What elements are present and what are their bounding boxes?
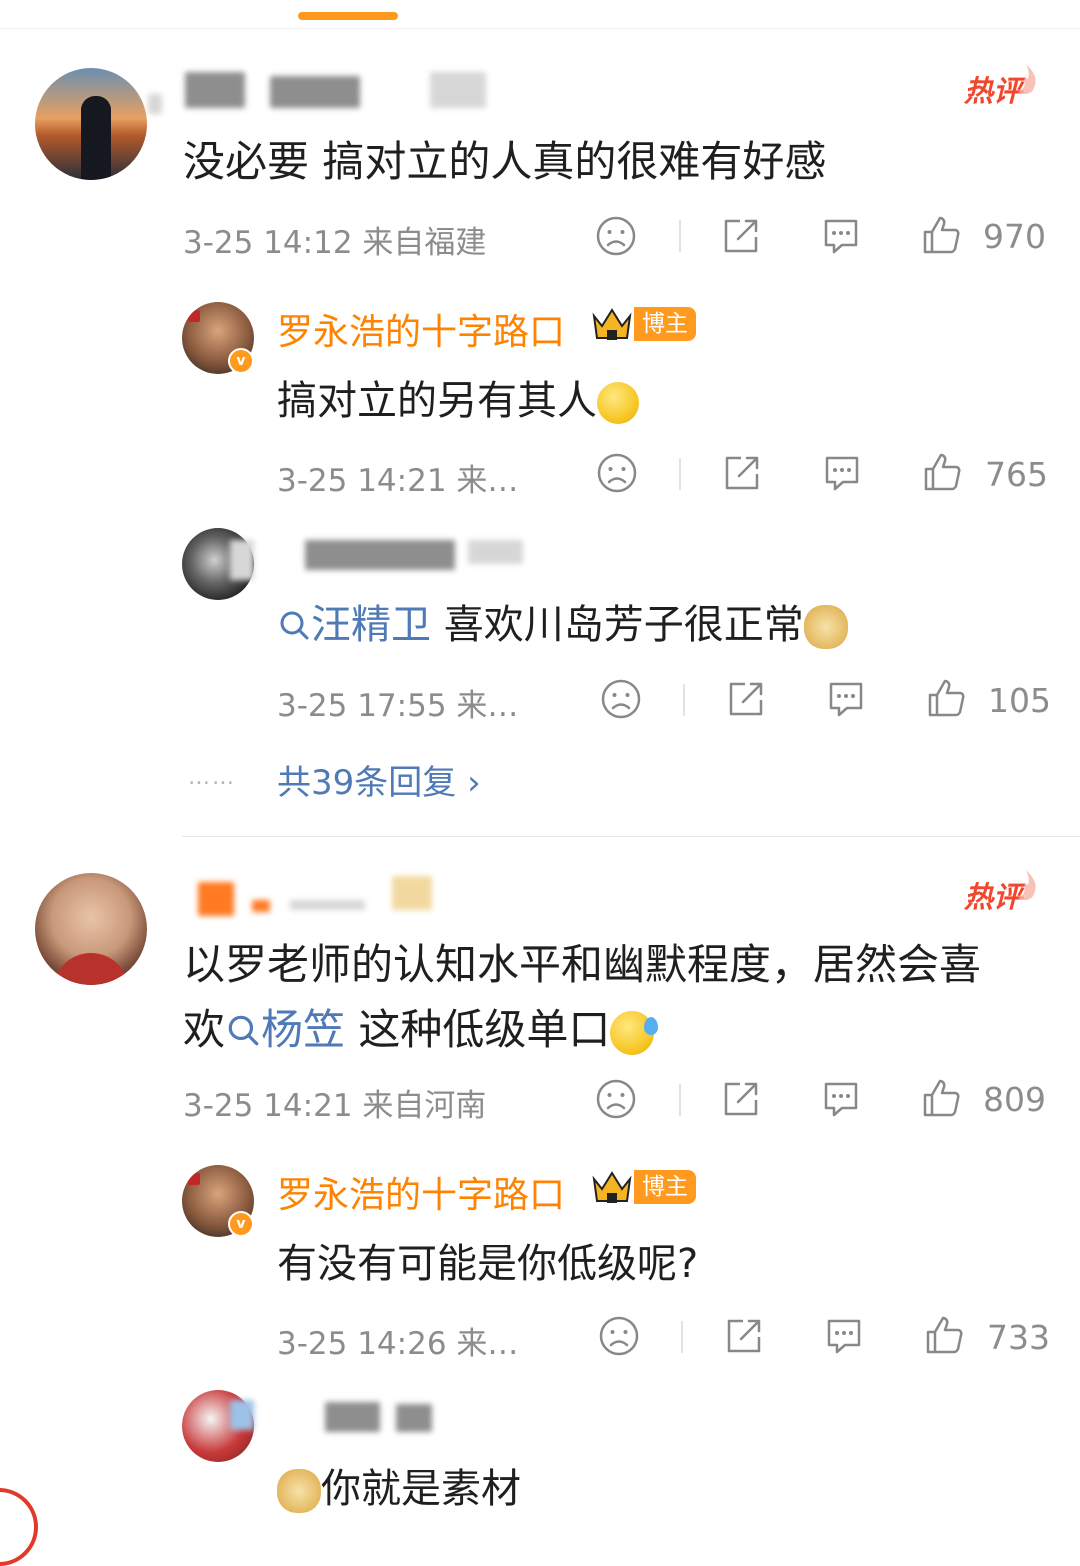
comment-icon[interactable] xyxy=(825,678,867,720)
share-icon[interactable] xyxy=(723,1315,765,1357)
like-count: 809 xyxy=(983,1080,1046,1119)
reply-text: 搞对立的另有其人 xyxy=(277,368,639,426)
share-icon[interactable] xyxy=(720,1078,762,1120)
floating-button-edge[interactable] xyxy=(0,1488,38,1566)
location: 来… xyxy=(456,1326,519,1362)
search-icon xyxy=(280,611,309,640)
comment-icon[interactable] xyxy=(821,452,863,494)
topic-link[interactable]: 汪精卫 xyxy=(277,602,431,648)
crown-icon xyxy=(592,1171,632,1203)
timestamp: 3-25 17:55 xyxy=(277,688,447,724)
comment-text-line2: 欢杨笠 这种低级单口 xyxy=(183,996,659,1057)
separator xyxy=(679,1084,681,1116)
like-count: 765 xyxy=(985,455,1048,494)
separator xyxy=(681,1321,683,1353)
topic-link[interactable]: 杨笠 xyxy=(225,1005,345,1054)
search-icon xyxy=(228,1015,259,1046)
thumbs-up-icon[interactable] xyxy=(920,214,962,256)
reply-meta: 3-25 14:26 来… xyxy=(277,1318,518,1363)
like-count: 970 xyxy=(983,217,1046,256)
reply-nickname[interactable]: 罗永浩的十字路口 xyxy=(277,1166,565,1218)
share-icon[interactable] xyxy=(720,215,762,257)
comment-text: 以罗老师的认知水平和幽默程度，居然会喜 xyxy=(183,940,982,989)
timestamp: 3-25 14:26 xyxy=(277,1326,447,1362)
reply-nickname[interactable]: 罗永浩的十字路口 xyxy=(277,303,565,355)
comment-divider xyxy=(182,836,1080,837)
separator xyxy=(679,458,681,490)
role-badge: 博主 xyxy=(634,307,696,341)
smile-emoji-icon xyxy=(597,382,639,424)
separator xyxy=(683,684,685,716)
reply-text: 你就是素材 xyxy=(277,1456,521,1514)
location: 来… xyxy=(456,463,519,499)
frown-face-icon[interactable] xyxy=(595,1078,637,1120)
avatar[interactable] xyxy=(35,68,147,180)
location: 来自河南 xyxy=(362,1088,487,1124)
reply-meta: 3-25 14:21 来… xyxy=(277,455,518,500)
comment-icon[interactable] xyxy=(820,1078,862,1120)
share-icon[interactable] xyxy=(725,678,767,720)
frown-face-icon[interactable] xyxy=(600,678,642,720)
frown-face-icon[interactable] xyxy=(598,1315,640,1357)
hot-comment-badge: 热评 xyxy=(964,62,1040,108)
comment-meta: 3-25 14:21 来自河南 xyxy=(183,1080,486,1125)
like-count: 733 xyxy=(987,1318,1050,1357)
role-badge: 博主 xyxy=(634,1170,696,1204)
top-divider xyxy=(0,28,1080,29)
crown-icon xyxy=(592,308,632,340)
share-icon[interactable] xyxy=(721,452,763,494)
separator xyxy=(679,220,681,252)
location: 来自福建 xyxy=(362,225,487,261)
comment-icon[interactable] xyxy=(823,1315,865,1357)
location: 来… xyxy=(456,688,519,724)
timestamp: 3-25 14:21 xyxy=(183,1088,353,1124)
tab-indicator xyxy=(298,12,398,20)
flame-icon xyxy=(1018,64,1036,95)
frown-face-icon[interactable] xyxy=(596,452,638,494)
reply-meta: 3-25 17:55 来… xyxy=(277,680,518,725)
verified-badge-icon: v xyxy=(228,1211,254,1237)
timestamp: 3-25 14:21 xyxy=(277,463,447,499)
thumbs-up-icon[interactable] xyxy=(925,677,967,719)
like-count: 105 xyxy=(988,681,1051,720)
flame-icon xyxy=(1018,870,1036,901)
reply-text: 有没有可能是你低级呢? xyxy=(277,1241,699,1287)
frown-face-icon[interactable] xyxy=(595,215,637,257)
doge-emoji-icon xyxy=(277,1469,321,1513)
avatar[interactable] xyxy=(35,873,147,985)
thumbs-up-icon[interactable] xyxy=(920,1077,962,1119)
timestamp: 3-25 14:12 xyxy=(183,225,353,261)
sweat-emoji-icon xyxy=(610,1010,659,1055)
thumbs-up-icon[interactable] xyxy=(921,451,963,493)
more-dots: …… xyxy=(188,765,236,790)
doge-emoji-icon xyxy=(803,605,848,649)
reply-text: 汪精卫 喜欢川岛芳子很正常 xyxy=(277,592,848,650)
thumbs-up-icon[interactable] xyxy=(923,1314,965,1356)
verified-badge-icon: v xyxy=(228,348,254,374)
comment-icon[interactable] xyxy=(820,215,862,257)
comment-text: 没必要 搞对立的人真的很难有好感 xyxy=(183,137,827,186)
comment-meta: 3-25 14:12 来自福建 xyxy=(183,217,486,262)
hot-comment-badge: 热评 xyxy=(964,868,1040,914)
more-replies-link[interactable]: 共39条回复 › xyxy=(277,755,481,804)
